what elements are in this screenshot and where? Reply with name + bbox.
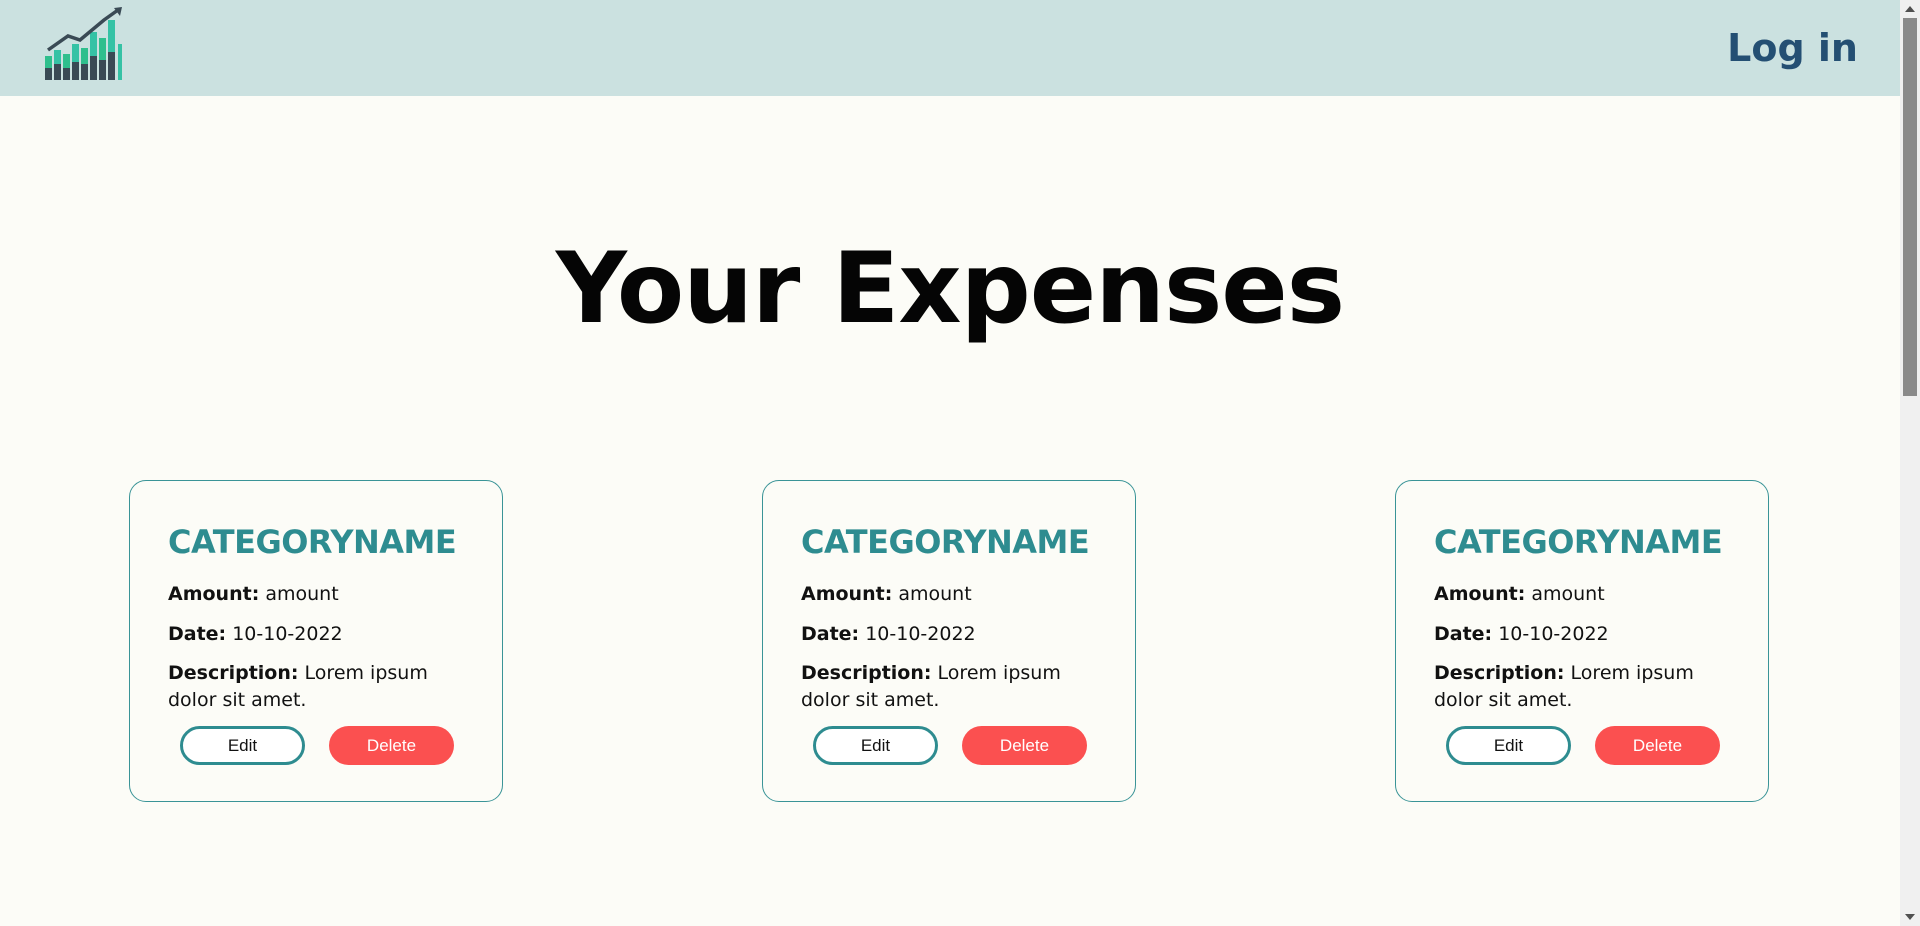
date-row: Date: 10-10-2022 [801,621,1101,648]
amount-value: amount [898,583,972,605]
amount-value: amount [265,583,339,605]
expense-card: CATEGORYNAME Amount: amount Date: 10-10-… [1395,480,1769,802]
date-label: Date: [1434,623,1493,645]
edit-button[interactable]: Edit [1446,726,1571,765]
amount-label: Amount: [1434,583,1526,605]
date-value: 10-10-2022 [1498,623,1609,645]
vertical-scrollbar[interactable] [1900,0,1920,926]
edit-button[interactable]: Edit [180,726,305,765]
description-label: Description: [801,662,932,684]
description-label: Description: [1434,662,1565,684]
amount-row: Amount: amount [801,581,1101,608]
amount-row: Amount: amount [1434,581,1734,608]
date-row: Date: 10-10-2022 [168,621,468,648]
scroll-up-arrow-icon[interactable] [1905,6,1915,12]
category-name: CATEGORYNAME [1434,523,1723,561]
logo-icon[interactable] [44,6,130,82]
expense-card: CATEGORYNAME Amount: amount Date: 10-10-… [762,480,1136,802]
date-label: Date: [801,623,860,645]
delete-button[interactable]: Delete [962,726,1087,765]
delete-button[interactable]: Delete [329,726,454,765]
description-label: Description: [168,662,299,684]
login-link[interactable]: Log in [1727,26,1858,70]
amount-label: Amount: [168,583,260,605]
scroll-down-arrow-icon[interactable] [1905,914,1915,920]
scrollbar-thumb[interactable] [1903,18,1917,396]
delete-button[interactable]: Delete [1595,726,1720,765]
page-title: Your Expenses [555,232,1345,346]
date-value: 10-10-2022 [232,623,343,645]
top-navbar: Log in [0,0,1900,96]
amount-value: amount [1531,583,1605,605]
date-value: 10-10-2022 [865,623,976,645]
category-name: CATEGORYNAME [801,523,1090,561]
amount-label: Amount: [801,583,893,605]
description-row: Description: Lorem ipsum dolor sit amet. [1434,660,1734,714]
expense-card: CATEGORYNAME Amount: amount Date: 10-10-… [129,480,503,802]
description-row: Description: Lorem ipsum dolor sit amet. [801,660,1101,714]
description-row: Description: Lorem ipsum dolor sit amet. [168,660,468,714]
amount-row: Amount: amount [168,581,468,608]
date-row: Date: 10-10-2022 [1434,621,1734,648]
date-label: Date: [168,623,227,645]
edit-button[interactable]: Edit [813,726,938,765]
category-name: CATEGORYNAME [168,523,457,561]
